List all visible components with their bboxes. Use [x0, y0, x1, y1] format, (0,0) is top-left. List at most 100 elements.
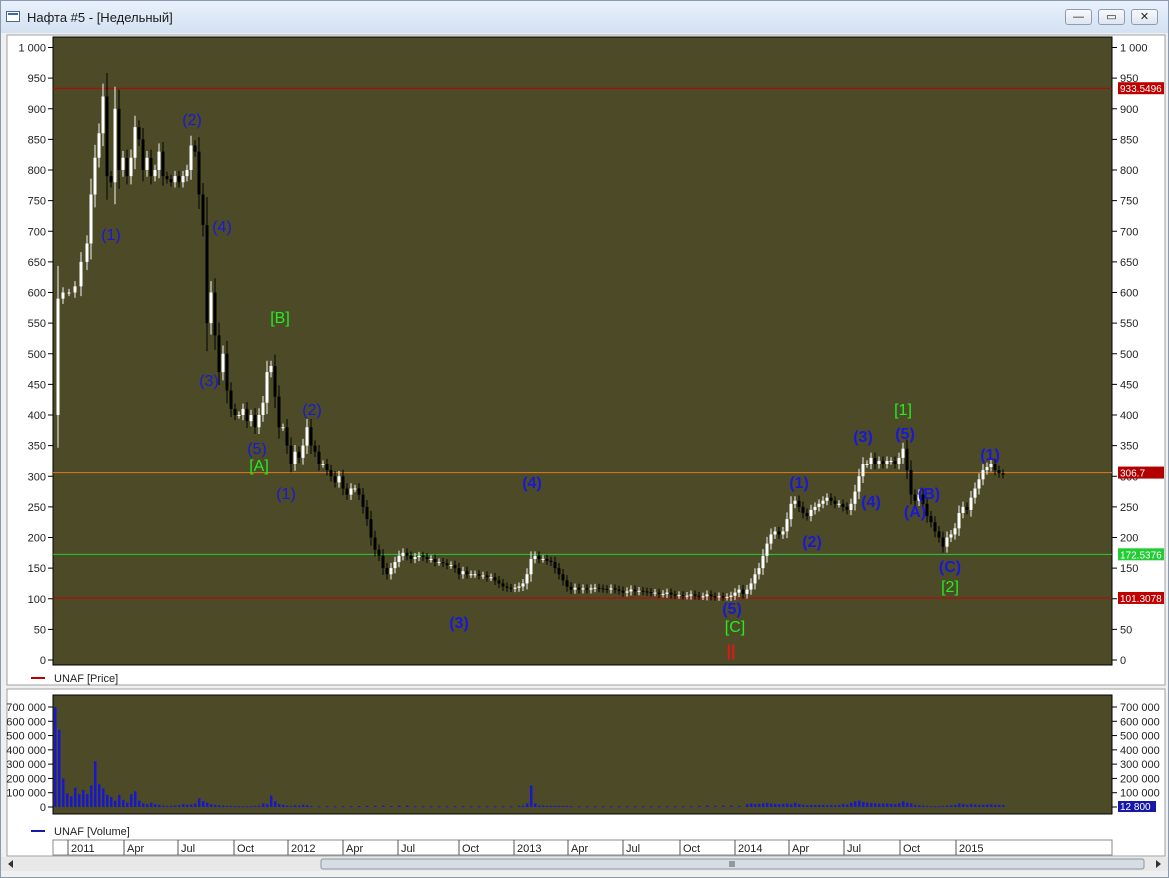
- candle-body: [941, 537, 945, 547]
- volume-bar: [970, 804, 973, 807]
- volume-bar: [834, 805, 837, 807]
- volume-bar: [266, 804, 269, 807]
- price-tick-label: 650: [28, 257, 46, 269]
- wave-label: (2): [302, 402, 322, 419]
- candle-body: [453, 565, 457, 569]
- candle-body: [613, 588, 617, 590]
- wave-label: (3): [853, 429, 873, 446]
- price-tick-label-right: 750: [1120, 196, 1138, 208]
- volume-bar: [610, 806, 613, 808]
- volume-bar: [282, 804, 285, 807]
- volume-bar: [618, 806, 621, 808]
- candle-body: [969, 497, 973, 510]
- volume-bar: [690, 806, 693, 808]
- volume-tick-label-right: 600 000: [1120, 716, 1160, 728]
- wave-label: (3): [199, 373, 219, 390]
- candle-body: [397, 555, 401, 562]
- candle-body: [493, 577, 497, 581]
- time-tick-label: 2012: [291, 843, 315, 855]
- candle-body: [937, 531, 941, 538]
- candle-body: [233, 408, 237, 415]
- volume-bar: [334, 806, 337, 808]
- volume-bar: [774, 803, 777, 807]
- candle-body: [449, 565, 453, 567]
- volume-bar: [738, 805, 741, 807]
- candle-body: [489, 577, 493, 579]
- close-button[interactable]: ✕: [1131, 9, 1158, 25]
- candle-body: [581, 588, 585, 590]
- volume-bar: [706, 805, 709, 807]
- candle-body: [349, 488, 353, 495]
- candle-body: [229, 390, 233, 409]
- candle-body: [753, 574, 757, 584]
- candle-body: [293, 451, 297, 464]
- volume-bar: [978, 804, 981, 807]
- volume-bar: [150, 802, 153, 807]
- volume-bar: [470, 806, 473, 808]
- volume-bar: [70, 796, 73, 807]
- candle-body: [877, 460, 881, 464]
- volume-bar: [122, 799, 125, 807]
- candle-body: [101, 96, 105, 134]
- candle-body: [861, 464, 865, 477]
- candle-body: [369, 519, 373, 538]
- candle-body: [709, 594, 713, 597]
- volume-bar: [898, 803, 901, 807]
- candle-body: [905, 448, 909, 471]
- candle-body: [149, 157, 153, 177]
- volume-bar: [134, 791, 137, 807]
- volume-bar: [234, 806, 237, 808]
- chart-area[interactable]: 0050501001001501502002002502503003003503…: [1, 33, 1168, 857]
- restore-icon: ▭: [1106, 11, 1117, 23]
- price-tick-label: 900: [28, 104, 46, 116]
- volume-bar: [794, 802, 797, 807]
- candle-body: [257, 415, 261, 428]
- candle-body: [325, 464, 329, 471]
- candle-body: [265, 372, 269, 403]
- candle-body: [437, 562, 441, 563]
- candle-body: [205, 225, 209, 324]
- volume-bar: [318, 806, 321, 808]
- price-tick-label: 450: [28, 379, 46, 391]
- candle-body: [361, 494, 365, 507]
- wave-label: (1): [980, 447, 1000, 464]
- volume-bar: [810, 804, 813, 807]
- price-tick-label: 150: [28, 563, 46, 575]
- candle-body: [321, 464, 325, 465]
- volume-bar: [118, 794, 121, 807]
- candle-body: [669, 592, 673, 595]
- candle-body: [269, 366, 273, 373]
- volume-bar: [546, 805, 549, 807]
- volume-bar: [110, 797, 113, 807]
- time-tick-label: Apr: [571, 843, 588, 855]
- horizontal-scrollbar[interactable]: [1, 857, 1168, 871]
- volume-bar: [674, 806, 677, 808]
- price-tick-label: 700: [28, 226, 46, 238]
- volume-bar: [446, 806, 449, 808]
- volume-bar: [510, 806, 513, 808]
- volume-bar: [798, 804, 801, 807]
- candle-body: [501, 583, 505, 587]
- wave-label: [1]: [894, 402, 912, 419]
- candle-body: [833, 500, 837, 504]
- candle-body: [913, 494, 917, 501]
- volume-bar: [990, 804, 993, 807]
- volume-plot[interactable]: [52, 694, 1113, 815]
- title-bar[interactable]: Нафта #5 - [Недельный] — ▭ ✕: [1, 1, 1168, 34]
- time-tick-label: Oct: [462, 843, 479, 855]
- candle-body: [549, 560, 553, 562]
- volume-bar: [982, 804, 985, 807]
- price-tick-label: 200: [28, 533, 46, 545]
- minimize-button[interactable]: —: [1065, 9, 1092, 25]
- volume-bar: [930, 806, 933, 808]
- candle-body: [153, 170, 157, 177]
- price-tick-label-right: 800: [1120, 165, 1138, 177]
- volume-bar: [562, 805, 565, 807]
- candle-body: [737, 589, 741, 593]
- candle-body: [121, 157, 125, 170]
- volume-bar: [366, 805, 369, 807]
- restore-button[interactable]: ▭: [1098, 9, 1125, 25]
- volume-bar: [966, 804, 969, 807]
- candle-body: [429, 558, 433, 560]
- volume-bar: [642, 806, 645, 808]
